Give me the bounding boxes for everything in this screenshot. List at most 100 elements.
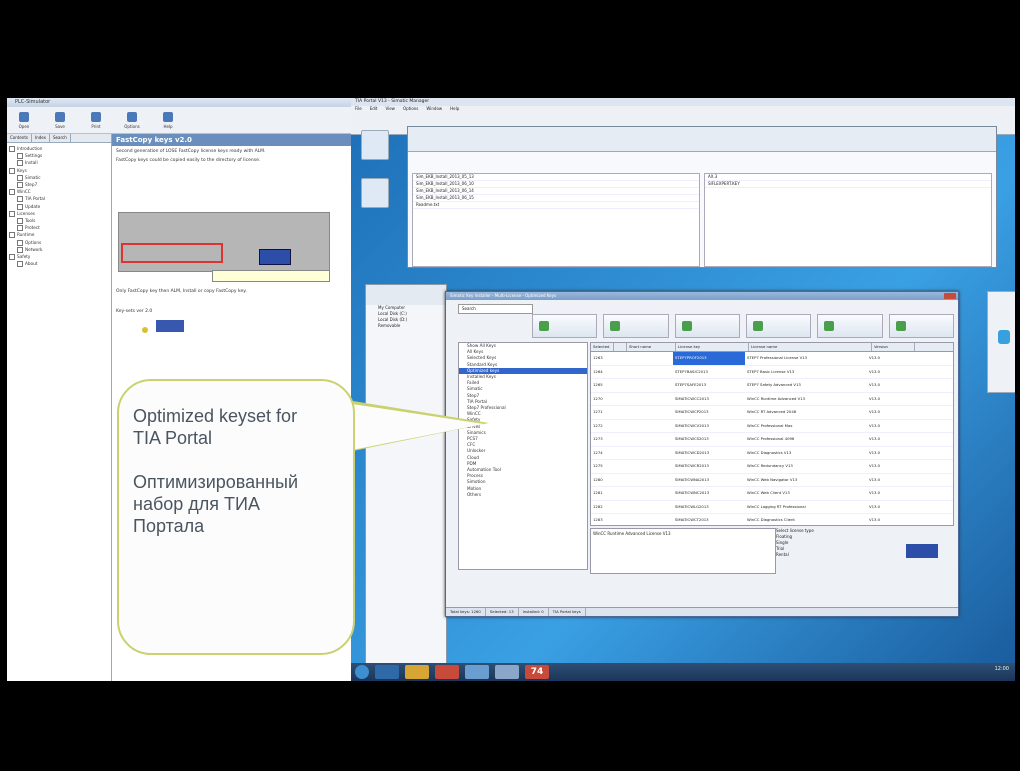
close-icon[interactable] (944, 293, 956, 299)
file-row[interactable]: Sim_EKB_Install_2013_06_10 (413, 181, 699, 188)
expand-icon[interactable] (17, 218, 23, 225)
expand-icon[interactable] (17, 225, 23, 232)
file-row[interactable]: AX.3 (705, 174, 991, 181)
tia-icon[interactable]: 74 (525, 665, 549, 679)
expand-icon[interactable] (17, 246, 23, 253)
table-cell (613, 514, 625, 527)
tree-item[interactable]: Safety (9, 253, 111, 261)
expand-icon[interactable] (17, 182, 23, 189)
tab-index[interactable]: Index (32, 134, 51, 142)
tree-item[interactable]: TIA Portal (9, 195, 111, 203)
expand-icon[interactable] (17, 196, 23, 203)
table-row[interactable]: 1272 SIMATICWCV2013 WinCC Professional Max… (591, 420, 953, 433)
menu-help[interactable]: Help (450, 106, 459, 112)
help-button[interactable]: Help (157, 111, 179, 129)
expand-icon[interactable] (17, 174, 23, 181)
file-row[interactable]: Sim_EKB_Install_2013_05_13 (413, 174, 699, 181)
table-cell: 1274 (593, 449, 603, 455)
recycle-bin-icon[interactable] (361, 130, 389, 160)
open-button[interactable]: Open (13, 111, 35, 129)
tree-item[interactable]: Network (9, 246, 111, 253)
expand-icon[interactable] (17, 261, 23, 268)
file-row[interactable]: Sim_EKB_Install_2013_06_14 (413, 188, 699, 195)
remove-button[interactable] (603, 314, 669, 338)
table-row[interactable]: 1280 SIMATICWNA2013 WinCC Web Navigator V1… (591, 474, 953, 487)
tree-item[interactable]: Runtime (9, 231, 111, 239)
tree-item[interactable]: Licenses (9, 210, 111, 217)
tree-item[interactable]: Update (9, 203, 111, 210)
menu-edit[interactable]: Edit (370, 106, 378, 112)
table-cell (613, 460, 625, 473)
print-button[interactable]: Print (85, 111, 107, 129)
menu-window[interactable]: Window (426, 106, 442, 112)
menu-options[interactable]: Options (403, 106, 418, 112)
tree-item[interactable]: About (9, 260, 111, 268)
expand-icon[interactable] (9, 167, 15, 174)
table-row[interactable]: 1274 SIMATICWCD2013 WinCC Diagnostics V13 V… (591, 447, 953, 460)
menu-view[interactable]: View (385, 106, 395, 112)
key-manager-icon[interactable] (495, 665, 519, 679)
table-row[interactable]: 1271 SIMATICWCP2013 WinCC RT Advanced 2048… (591, 406, 953, 420)
expand-icon[interactable] (9, 146, 15, 152)
tree-item[interactable]: Install (9, 159, 111, 167)
expand-icon[interactable] (17, 160, 23, 167)
table-row[interactable]: 1273 SIMATICWCS2013 WinCC Professional 409… (591, 433, 953, 447)
tree-item[interactable]: Tools (9, 217, 111, 225)
media-icon[interactable] (435, 665, 459, 679)
expand-icon[interactable] (9, 210, 15, 217)
tree-item[interactable]: Keys (9, 167, 111, 174)
save-button[interactable]: Save (49, 111, 71, 129)
expand-icon[interactable] (17, 203, 23, 210)
start-install-button[interactable] (906, 544, 938, 558)
installer-toolbar (532, 314, 954, 338)
file-row[interactable]: SIFLEXPERT.KEY (705, 181, 991, 188)
tree-list: Introduction Settings Install Keys Simatic St… (7, 143, 111, 268)
tree-item[interactable]: Simatic (9, 174, 111, 181)
help-tree: Contents Index Search Introduction Settin… (7, 134, 112, 681)
refresh-button[interactable] (674, 314, 740, 338)
expand-icon[interactable] (9, 254, 15, 261)
files-icon[interactable] (465, 665, 489, 679)
tab-contents[interactable]: Contents (7, 134, 32, 142)
check-button[interactable] (745, 314, 812, 338)
table-row[interactable]: 1264 STEP7BASIC2013 STEP7 Basic License V1… (591, 366, 953, 379)
folder-tree-window: My Computer Local Disk (C:) Local Disk (… (365, 284, 447, 666)
search-input[interactable]: Search (458, 304, 533, 314)
table-row[interactable]: 1275 SIMATICWCR2013 WinCC Redundancy V13 V1… (591, 460, 953, 474)
options-button[interactable] (817, 314, 883, 338)
install-button[interactable] (532, 314, 598, 338)
file-row[interactable]: Readme.txt (413, 202, 699, 209)
tree-item[interactable]: Options (9, 239, 111, 246)
expand-icon[interactable] (17, 153, 23, 160)
expand-icon[interactable] (9, 232, 15, 239)
options-button[interactable]: Options (121, 111, 143, 129)
start-button[interactable] (355, 665, 369, 679)
tree-item-label: Step7 (25, 182, 38, 188)
category-item[interactable]: Others (459, 492, 587, 498)
explorer-icon[interactable] (405, 665, 429, 679)
table-cell: 1265 (593, 382, 603, 387)
table-row[interactable]: 1265 STEP7SAFE2013 STEP7 Safety Advanced V… (591, 379, 953, 393)
file-row[interactable]: Sim_EKB_Install_2013_06_15 (413, 195, 699, 202)
ie-icon[interactable] (375, 665, 399, 679)
table-cell: WinCC Professional 4096 (747, 436, 795, 441)
table-cell: SIMATICWCC2013 (675, 395, 709, 401)
table-cell: WinCC Runtime Advanced V13 (747, 395, 806, 401)
table-row[interactable]: 1283 SIMATICWCT2013 WinCC Diagnostics Clie… (591, 514, 953, 528)
help-button[interactable] (888, 314, 954, 338)
menu-file[interactable]: File (355, 106, 362, 112)
folder-item[interactable]: Removable (366, 323, 446, 329)
computer-icon[interactable] (361, 178, 389, 208)
table-row[interactable]: 1270 SIMATICWCC2013 WinCC Runtime Advanced… (591, 393, 953, 406)
tree-item[interactable]: Step7 (9, 181, 111, 189)
table-row[interactable]: 1281 SIMATICWNC2013 WinCC Web Client V13 V1… (591, 487, 953, 501)
tree-item[interactable]: Settings (9, 152, 111, 160)
table-row[interactable]: 1263 STEP7PROF2013 STEP7 Professional Lice… (591, 352, 953, 366)
tree-item[interactable]: Introduction (9, 145, 111, 152)
expand-icon[interactable] (17, 239, 23, 246)
expand-icon[interactable] (9, 189, 15, 196)
tree-item[interactable]: Protect (9, 224, 111, 232)
tab-search[interactable]: Search (50, 134, 71, 142)
tree-item[interactable]: WinCC (9, 188, 111, 196)
table-row[interactable]: 1282 SIMATICWLG2013 WinCC Logging RT Profe… (591, 501, 953, 514)
